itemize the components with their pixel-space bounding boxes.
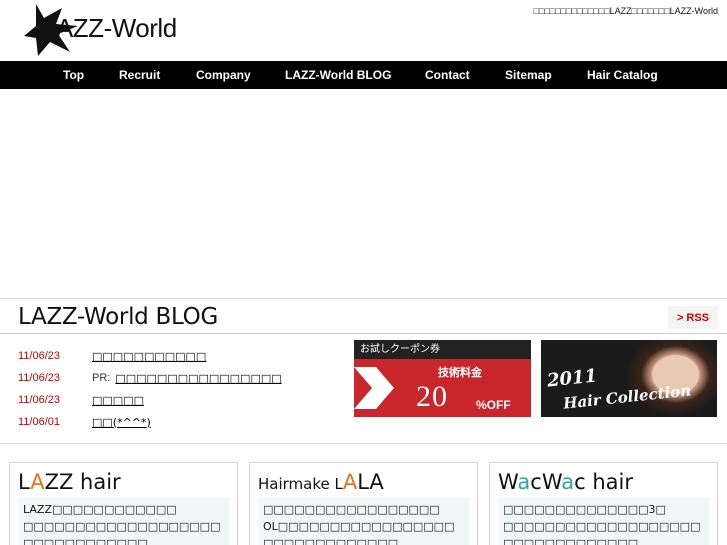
salon-description: LAZZ□□□□□□□□□□□□ □□□□□□□□□□□□□□□□□□□□□□□… [18,497,229,545]
rss-link[interactable]: > RSS [668,306,718,329]
salon-line-1: LAZZ□□□□□□□□□□□□ [23,503,177,516]
salon-logo: WacWac hair [498,470,634,494]
nav-item-contact[interactable]: Contact [425,68,470,82]
coupon-banner[interactable]: お試しクーポン券 技術料金 20 %OFF [354,340,531,417]
salon-card-wacwac-hair[interactable]: WacWac hair □□□□□□□□□□□□□□3□ □□□□□□□□□□□… [489,462,718,545]
post-date: 11/06/23 [18,372,61,384]
salon-logo: Hairmake LALA [258,470,384,494]
ad-area [0,89,727,298]
salon-card-lazz-hair[interactable]: LAZZ hair LAZZ□□□□□□□□□□□□ □□□□□□□□□□□□□… [9,462,238,545]
coupon-tech-label: 技術料金 [438,366,482,379]
post-link[interactable]: □□□□□□□□□□□□□□□□ [115,372,281,385]
post-link[interactable]: □□□□□□□□□□□ [92,350,206,363]
coupon-percent: 20 [416,380,448,413]
salon-line-2: □□□□□□□□□□□□□□□□□□□□□□□□□□□□□□□ [23,520,221,545]
salon-description: □□□□□□□□□□□□□□□□□ OL□□□□□□□□□□□□□□□□□□□□… [258,497,469,545]
blog-divider [0,333,727,334]
salon-logo: LAZZ hair [18,470,121,494]
arrow-right-icon [354,367,394,409]
post-date: 11/06/23 [18,350,61,362]
nav-item-top[interactable]: Top [63,68,84,82]
list-item: 11/06/01 □□(*^^*) [18,411,338,433]
salon-line-1: □□□□□□□□□□□□□□3□ [503,503,666,516]
salon-description: □□□□□□□□□□□□□□3□ □□□□□□□□□□□□□□□□□□□□□□□… [498,497,709,545]
site-logo[interactable]: LAZZ-World [22,2,182,58]
nav-item-sitemap[interactable]: Sitemap [505,68,552,82]
list-item: 11/06/23 PR: □□□□□□□□□□□□□□□□ [18,367,338,389]
post-date: 11/06/23 [18,394,61,406]
list-item: 11/06/23 □□□□□□□□□□□ [18,345,338,367]
hair-collection-banner[interactable]: 2011 Hair Collection [541,340,717,417]
site-header: LAZZ-World □□□□□□□□□□□□□□LAZZ□□□□□□□LAZZ… [0,0,727,61]
salon-line-1: □□□□□□□□□□□□□□□□□ [263,503,440,516]
post-date: 11/06/01 [18,416,61,428]
nav-item-recruit[interactable]: Recruit [119,68,160,82]
nav-item-hair-catalog[interactable]: Hair Catalog [587,68,658,82]
main-nav: Top Recruit Company LAZZ-World BLOG Cont… [0,61,727,89]
salon-line-2: OL□□□□□□□□□□□□□□□□□□□□□□□□□□□□□□ [263,520,455,545]
salon-line-2: □□□□□□□□□□□□□□□□□□□□□□□□□□□□□□□□ [503,520,701,545]
coupon-off-label: %OFF [476,398,511,412]
coupon-heading: お試しクーポン券 [354,340,531,359]
salon-card-lala[interactable]: Hairmake LALA □□□□□□□□□□□□□□□□□ OL□□□□□□… [249,462,478,545]
logo-text: LAZZ-World [42,13,177,43]
post-link[interactable]: □□□□□ [92,394,144,407]
header-tagline: □□□□□□□□□□□□□□LAZZ□□□□□□□LAZZ-World [533,6,719,16]
post-link[interactable]: □□(*^^*) [92,416,151,429]
list-item: 11/06/23 □□□□□ [18,389,338,411]
collection-year: 2011 [546,365,599,392]
model-photo [625,340,717,417]
pr-label: PR: [92,372,111,384]
blog-heading: LAZZ-World BLOG [18,304,218,330]
nav-item-blog[interactable]: LAZZ-World BLOG [285,68,391,82]
blog-section: LAZZ-World BLOG > RSS 11/06/23 □□□□□□□□□… [0,298,727,444]
nav-item-company[interactable]: Company [196,68,251,82]
blog-post-list: 11/06/23 □□□□□□□□□□□ 11/06/23 PR: □□□□□□… [18,345,338,433]
